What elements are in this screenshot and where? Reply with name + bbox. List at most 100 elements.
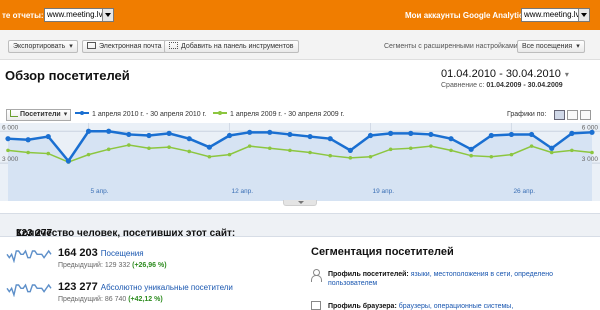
data-point-2010 bbox=[408, 130, 414, 136]
visitor-profile-item: Профиль посетителей: языки, местоположен… bbox=[328, 271, 554, 287]
stat-visits: 164 203 Посещения Предыдущий: 129 332 (+2… bbox=[0, 246, 300, 276]
data-point-2010 bbox=[106, 128, 112, 134]
chart-legend: Посетители 1 апреля 2010 г. - 30 апреля … bbox=[0, 108, 600, 122]
data-point-2009 bbox=[429, 144, 433, 148]
browser-profile-links[interactable]: браузеры, операционные системы, bbox=[399, 303, 514, 310]
stat-visits-link[interactable]: Посещения bbox=[101, 249, 144, 258]
envelope-icon bbox=[87, 42, 96, 49]
data-point-2009 bbox=[46, 151, 51, 156]
data-point-2010 bbox=[508, 131, 515, 138]
data-point-2009 bbox=[408, 146, 413, 151]
data-point-2010 bbox=[347, 147, 353, 153]
sparkline-line bbox=[6, 249, 52, 263]
data-point-2010 bbox=[146, 132, 152, 139]
data-point-2009 bbox=[127, 143, 131, 147]
data-point-2009 bbox=[6, 148, 10, 153]
add-to-dashboard-button[interactable]: Добавить на панель инструментов bbox=[164, 40, 299, 53]
data-point-2009 bbox=[328, 153, 333, 158]
visitors-line-chart: 6 000 6 000 3 000 3 000 5 апр. 12 апр. 19 апр.… bbox=[0, 123, 600, 201]
data-point-2010 bbox=[206, 144, 212, 150]
series-swatch bbox=[75, 110, 89, 115]
stat-unique-previous: Предыдущий: 86 740 (+42,12 %) bbox=[58, 296, 163, 303]
stat-unique-link[interactable]: Абсолютно уникальные посетители bbox=[101, 283, 233, 292]
account-select[interactable]: www.meeting.lv bbox=[521, 8, 590, 22]
browser-profile-item: Профиль браузера: браузеры, операционные… bbox=[328, 303, 514, 310]
visitors-count-bar: Количество человек, посетивших этот сайт… bbox=[0, 213, 600, 239]
data-point-2009 bbox=[388, 147, 393, 152]
top-bar: те отчеты: www.meeting.lv Мои аккаунты G… bbox=[0, 0, 600, 30]
dashboard-icon bbox=[169, 42, 178, 49]
data-point-2010 bbox=[186, 136, 192, 142]
data-point-2009 bbox=[86, 152, 91, 157]
data-point-2009 bbox=[207, 154, 212, 159]
report-select[interactable]: www.meeting.lv bbox=[44, 8, 114, 22]
graph-by-week-button[interactable] bbox=[567, 110, 578, 120]
data-point-2009 bbox=[147, 146, 151, 151]
chart-resize-handle[interactable] bbox=[283, 200, 317, 206]
y-tick-label-right: 3 000 bbox=[582, 156, 599, 163]
data-point-2009 bbox=[449, 148, 453, 153]
data-point-2009 bbox=[348, 156, 353, 160]
data-point-2010 bbox=[448, 136, 454, 142]
data-point-2010 bbox=[25, 137, 31, 143]
toolbar: Экспортировать Электронная почта Добавит… bbox=[0, 30, 600, 60]
x-tick-label: 5 апр. bbox=[91, 188, 109, 195]
data-point-2009 bbox=[529, 144, 534, 148]
data-point-2010 bbox=[247, 129, 253, 135]
sparkline-icon bbox=[6, 249, 52, 263]
sparkline-icon bbox=[6, 283, 52, 297]
data-point-2009 bbox=[187, 149, 192, 154]
date-range[interactable]: 01.04.2010 - 30.04.2010 bbox=[441, 68, 569, 80]
data-point-2009 bbox=[288, 148, 292, 153]
x-tick-label: 19 апр. bbox=[372, 188, 394, 195]
data-point-2010 bbox=[468, 146, 474, 152]
data-point-2010 bbox=[367, 132, 374, 139]
data-point-2010 bbox=[85, 128, 92, 134]
data-point-2010 bbox=[528, 131, 535, 138]
chevron-down-icon bbox=[102, 9, 113, 21]
data-point-2009 bbox=[469, 153, 473, 158]
data-point-2009 bbox=[549, 150, 554, 155]
data-point-2009 bbox=[227, 152, 232, 157]
reports-label: те отчеты: bbox=[2, 11, 44, 20]
x-tick-label: 12 апр. bbox=[232, 188, 254, 195]
data-point-2010 bbox=[549, 145, 555, 151]
segments-select[interactable]: Все посещения bbox=[517, 40, 585, 53]
y-tick-label-right: 6 000 bbox=[582, 124, 599, 131]
data-point-2010 bbox=[307, 133, 313, 140]
data-point-2010 bbox=[388, 130, 394, 136]
x-tick-label: 26 апр. bbox=[513, 188, 535, 195]
segments-label: Сегменты с расширенными настройками: bbox=[384, 43, 520, 50]
data-point-2010 bbox=[65, 158, 72, 164]
graph-by-day-button[interactable] bbox=[554, 110, 565, 120]
data-point-2009 bbox=[247, 144, 252, 148]
data-point-2009 bbox=[590, 150, 594, 155]
data-point-2009 bbox=[167, 145, 171, 149]
data-point-2010 bbox=[428, 131, 434, 138]
data-point-2009 bbox=[26, 150, 30, 155]
legend-series-2009: 1 апреля 2009 г. - 30 апреля 2009 г. bbox=[213, 110, 344, 118]
data-point-2010 bbox=[45, 133, 51, 140]
data-point-2009 bbox=[489, 154, 494, 159]
data-point-2010 bbox=[287, 131, 293, 138]
person-icon bbox=[311, 269, 322, 282]
data-point-2010 bbox=[166, 130, 172, 136]
stat-visits-value: 164 203 Посещения bbox=[58, 247, 144, 259]
series-swatch bbox=[213, 110, 227, 115]
graph-by-month-button[interactable] bbox=[580, 110, 591, 120]
stat-visits-previous: Предыдущий: 129 332 (+26,96 %) bbox=[58, 262, 167, 269]
data-point-2009 bbox=[570, 148, 574, 153]
stat-unique-visitors: 123 277 Абсолютно уникальные посетители П… bbox=[0, 280, 300, 310]
data-point-2009 bbox=[509, 152, 514, 157]
date-range-picker[interactable]: 01.04.2010 - 30.04.2010 Сравнение с: 01.… bbox=[441, 68, 569, 89]
y-tick-label: 6 000 bbox=[2, 124, 19, 131]
graph-by-label: Графики по: bbox=[507, 111, 547, 118]
y-tick-label: 3 000 bbox=[2, 156, 19, 163]
email-button[interactable]: Электронная почта bbox=[82, 40, 167, 53]
metric-select[interactable]: Посетители bbox=[6, 109, 72, 121]
export-button[interactable]: Экспортировать bbox=[8, 40, 78, 53]
data-point-2010 bbox=[126, 131, 132, 138]
stat-unique-value: 123 277 Абсолютно уникальные посетители bbox=[58, 281, 233, 293]
segmentation-title: Сегментация посетителей bbox=[311, 246, 454, 258]
line-chart-icon bbox=[10, 110, 18, 117]
